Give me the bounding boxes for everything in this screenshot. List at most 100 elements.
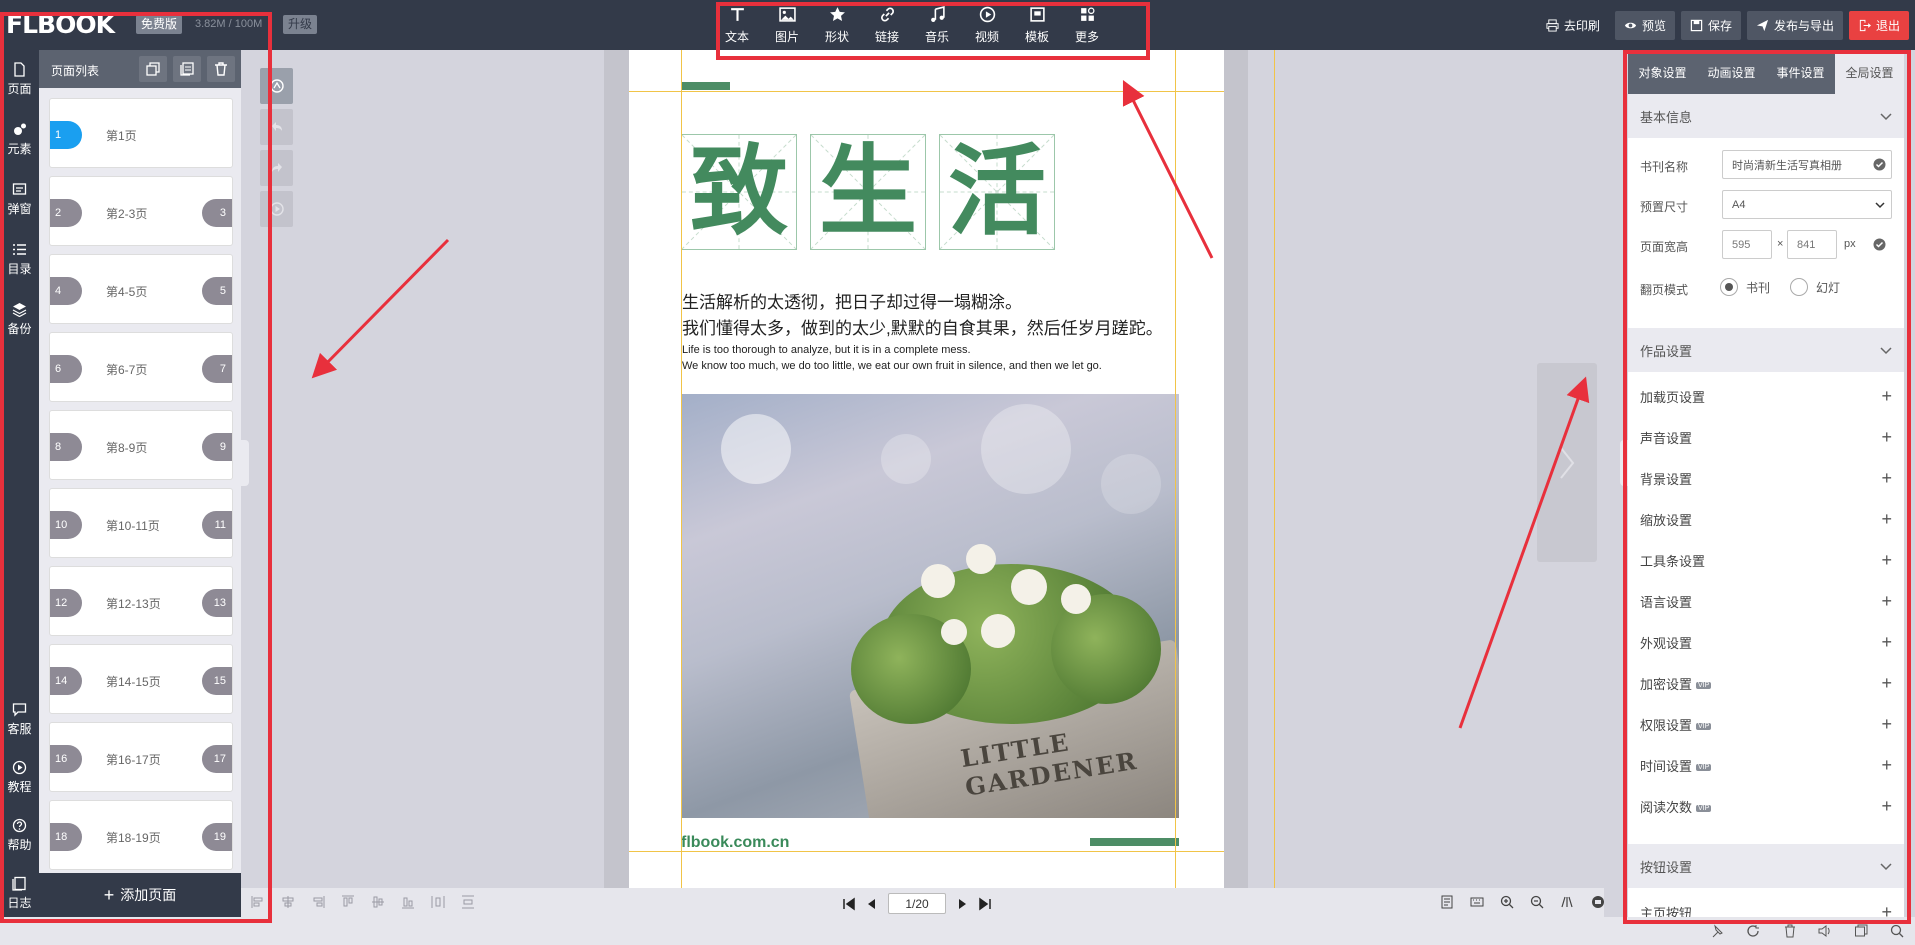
- pin-icon[interactable]: [1710, 924, 1724, 938]
- search-icon[interactable]: [1890, 924, 1904, 938]
- copy-page-button[interactable]: [139, 56, 167, 82]
- nav-log[interactable]: 日志: [0, 876, 39, 911]
- align-bottom-icon[interactable]: [401, 895, 415, 909]
- page-thumb-1[interactable]: 1 第1页: [49, 98, 233, 168]
- page-thumb-4-5[interactable]: 4 第4-5页 5: [49, 254, 233, 324]
- trash-icon[interactable]: [1783, 924, 1797, 938]
- big-title[interactable]: 致 生 活: [681, 134, 1055, 250]
- window-icon[interactable]: [1854, 924, 1868, 938]
- radio-book[interactable]: [1720, 278, 1738, 296]
- play-preview-button[interactable]: [260, 191, 293, 227]
- tab-global-settings[interactable]: 全局设置: [1835, 50, 1904, 94]
- exit-button[interactable]: 退出: [1848, 11, 1909, 40]
- collapse-right-handle[interactable]: [1620, 440, 1628, 486]
- setting-item[interactable]: 阅读次数 VIP +: [1640, 796, 1892, 816]
- section-works-settings[interactable]: 作品设置: [1628, 328, 1904, 372]
- first-page-icon[interactable]: [842, 897, 856, 911]
- zoom-in-icon[interactable]: [1500, 895, 1514, 909]
- setting-item[interactable]: 语言设置 +: [1640, 591, 1892, 611]
- page-thumb-12-13[interactable]: 12 第12-13页 13: [49, 566, 233, 636]
- tool-video[interactable]: 视频: [962, 0, 1012, 50]
- setting-item[interactable]: 加载页设置 +: [1640, 386, 1892, 406]
- site-url[interactable]: flbook.com.cn: [681, 834, 789, 852]
- page-thumb-16-17[interactable]: 16 第16-17页 17: [49, 722, 233, 792]
- collapse-left-handle[interactable]: [241, 440, 249, 486]
- tab-event-settings[interactable]: 事件设置: [1766, 50, 1835, 94]
- tool-text[interactable]: 文本: [712, 0, 762, 50]
- align-middle-icon[interactable]: [371, 895, 385, 909]
- add-page-button[interactable]: + 添加页面: [39, 873, 241, 917]
- check-circle-icon[interactable]: [1873, 238, 1886, 251]
- setting-item[interactable]: 加密设置 VIP +: [1640, 673, 1892, 693]
- preset-size-select[interactable]: A4: [1722, 190, 1892, 219]
- section-button-settings[interactable]: 按钮设置: [1628, 844, 1904, 888]
- page-height-input[interactable]: 841: [1787, 230, 1837, 259]
- english-text-block[interactable]: Life is too thorough to analyze, but it …: [682, 342, 1102, 374]
- zoom-out-icon[interactable]: [1530, 895, 1544, 909]
- ai-button[interactable]: [260, 68, 293, 104]
- notes-icon[interactable]: [1440, 895, 1454, 909]
- flbook-logo[interactable]: FLBOOK: [6, 10, 115, 39]
- section-basic-info[interactable]: 基本信息: [1628, 94, 1904, 138]
- print-button[interactable]: 去印刷: [1537, 11, 1609, 40]
- nav-service[interactable]: 客服: [0, 702, 39, 737]
- print-preview-icon[interactable]: [1591, 895, 1605, 909]
- undo-button[interactable]: [260, 109, 293, 145]
- prev-page-icon[interactable]: [865, 897, 879, 911]
- next-page-icon[interactable]: [955, 897, 969, 911]
- next-page-arrow[interactable]: [1537, 363, 1597, 562]
- setting-item[interactable]: 声音设置 +: [1640, 427, 1892, 447]
- ruler-icon[interactable]: [1560, 895, 1574, 909]
- nav-backup[interactable]: 备份: [0, 302, 39, 337]
- nav-popup[interactable]: 弹窗: [0, 182, 39, 217]
- delete-page-button[interactable]: [207, 56, 235, 82]
- setting-item[interactable]: 背景设置 +: [1640, 468, 1892, 488]
- page-thumb-14-15[interactable]: 14 第14-15页 15: [49, 644, 233, 714]
- duplicate-page-button[interactable]: [173, 56, 201, 82]
- setting-item[interactable]: 外观设置 +: [1640, 632, 1892, 652]
- nav-tutorial[interactable]: 教程: [0, 760, 39, 795]
- publish-export-button[interactable]: 发布与导出: [1746, 11, 1843, 40]
- setting-item[interactable]: 工具条设置 +: [1640, 550, 1892, 570]
- distribute-v-icon[interactable]: [461, 895, 475, 909]
- save-button[interactable]: 保存: [1680, 11, 1741, 40]
- nav-elements[interactable]: 元素: [0, 122, 39, 157]
- tool-image[interactable]: 图片: [762, 0, 812, 50]
- setting-item[interactable]: 时间设置 VIP +: [1640, 755, 1892, 775]
- align-center-icon[interactable]: [281, 895, 295, 909]
- redo-button[interactable]: [260, 150, 293, 186]
- tool-music[interactable]: 音乐: [912, 0, 962, 50]
- volume-icon[interactable]: [1818, 924, 1832, 938]
- align-right-icon[interactable]: [311, 895, 325, 909]
- tool-link[interactable]: 链接: [862, 0, 912, 50]
- page-width-input[interactable]: 595: [1722, 230, 1772, 259]
- page-thumb-10-11[interactable]: 10 第10-11页 11: [49, 488, 233, 558]
- nav-pages[interactable]: 页面: [0, 62, 39, 97]
- page-thumb-6-7[interactable]: 6 第6-7页 7: [49, 332, 233, 402]
- preview-button[interactable]: 预览: [1614, 11, 1675, 40]
- setting-item[interactable]: 缩放设置 +: [1640, 509, 1892, 529]
- align-top-icon[interactable]: [341, 895, 355, 909]
- tool-template[interactable]: 模板: [1012, 0, 1062, 50]
- radio-slide[interactable]: [1790, 278, 1809, 296]
- succulent-photo[interactable]: LITTLE GARDENER: [681, 394, 1179, 818]
- align-left-icon[interactable]: [251, 895, 265, 909]
- page-thumb-2-3[interactable]: 2 第2-3页 3: [49, 176, 233, 246]
- distribute-h-icon[interactable]: [431, 895, 445, 909]
- page-thumb-8-9[interactable]: 8 第8-9页 9: [49, 410, 233, 480]
- page-thumb-18-19[interactable]: 18 第18-19页 19: [49, 800, 233, 870]
- tool-more[interactable]: 更多: [1062, 0, 1112, 50]
- page-canvas[interactable]: 致 生 活 生活解析的太透彻，把日子却过得一塌糊涂。 我们懂得太多，做到的太少,…: [629, 50, 1224, 888]
- nav-toc[interactable]: 目录: [0, 242, 39, 277]
- nav-help[interactable]: 帮助: [0, 818, 39, 853]
- refresh-icon[interactable]: [1746, 924, 1760, 938]
- setting-item[interactable]: 权限设置 VIP +: [1640, 714, 1892, 734]
- tab-object-settings[interactable]: 对象设置: [1628, 50, 1697, 94]
- tool-shape[interactable]: 形状: [812, 0, 862, 50]
- page-number-input[interactable]: 1/20: [888, 893, 946, 914]
- last-page-icon[interactable]: [978, 897, 992, 911]
- upgrade-badge[interactable]: 升级: [283, 15, 318, 34]
- chinese-text-block[interactable]: 生活解析的太透彻，把日子却过得一塌糊涂。 我们懂得太多，做到的太少,默默的自食其…: [682, 290, 1163, 342]
- keyboard-icon[interactable]: [1470, 895, 1484, 909]
- book-name-input[interactable]: 时尚清新生活写真相册: [1722, 150, 1892, 179]
